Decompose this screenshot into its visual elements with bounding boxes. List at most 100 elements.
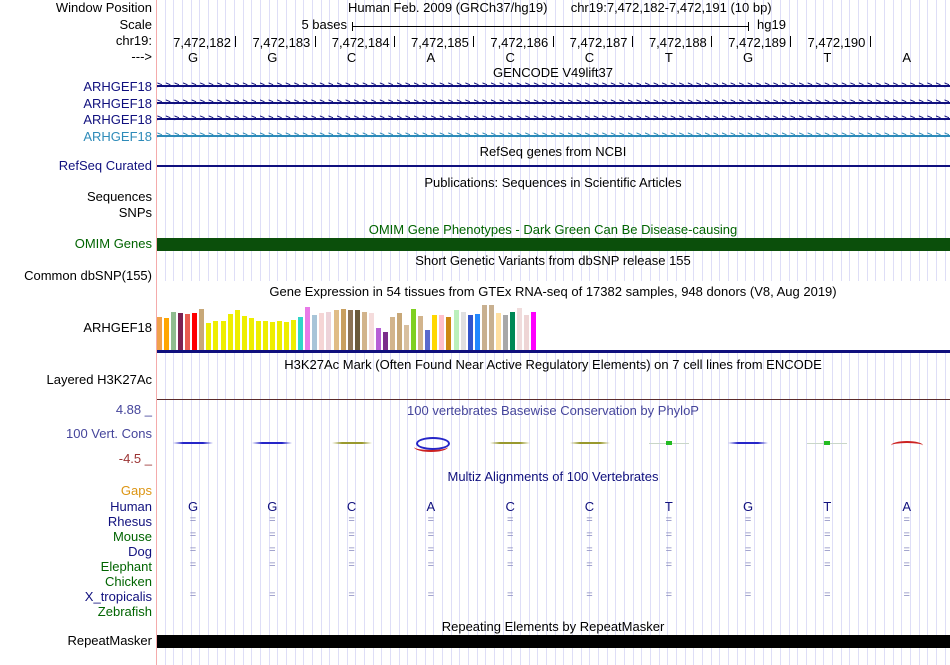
gtex-tissue-bar[interactable] bbox=[185, 314, 191, 350]
gtex-tissue-bar[interactable] bbox=[531, 312, 537, 350]
gtex-tissue-bar[interactable] bbox=[354, 310, 360, 350]
gtex-tissue-bar[interactable] bbox=[340, 309, 346, 350]
coordinate-label: 7,472,186 bbox=[490, 35, 549, 50]
phylop-negative-segment[interactable] bbox=[890, 441, 923, 450]
publications-sequences-label[interactable]: Sequences bbox=[0, 190, 152, 204]
gtex-tissue-bar[interactable] bbox=[446, 317, 452, 350]
gencode-gene-label[interactable]: ARHGEF18 bbox=[0, 79, 152, 94]
gtex-tissue-bar[interactable] bbox=[164, 318, 170, 350]
repeatmasker-bar[interactable] bbox=[157, 635, 950, 648]
gtex-tissue-bar[interactable] bbox=[347, 310, 353, 350]
reference-base: C bbox=[505, 50, 515, 65]
gtex-tissue-bar[interactable] bbox=[382, 332, 388, 350]
gencode-gene-label[interactable]: ARHGEF18 bbox=[0, 96, 152, 111]
refseq-gene-line[interactable] bbox=[157, 165, 950, 167]
reference-base: G bbox=[267, 50, 278, 65]
refseq-curated-label[interactable]: RefSeq Curated bbox=[0, 159, 152, 173]
gtex-tissue-bar[interactable] bbox=[389, 317, 395, 350]
gtex-tissue-bar[interactable] bbox=[206, 323, 212, 350]
omim-genes-label[interactable]: OMIM Genes bbox=[0, 237, 152, 251]
gtex-tissue-bar[interactable] bbox=[502, 315, 508, 350]
gtex-tissue-bar[interactable] bbox=[460, 312, 466, 350]
gtex-tissue-bar[interactable] bbox=[241, 316, 247, 350]
h3k27ac-label[interactable]: Layered H3K27Ac bbox=[0, 373, 152, 387]
phylop-positive-dot[interactable] bbox=[665, 441, 672, 445]
gtex-tissue-bar[interactable] bbox=[524, 315, 530, 350]
multiz-species-label[interactable]: Human bbox=[0, 499, 152, 514]
gtex-tissue-bar[interactable] bbox=[326, 312, 332, 350]
gtex-tissue-bar[interactable] bbox=[157, 317, 162, 350]
gtex-tissue-bar[interactable] bbox=[467, 315, 473, 350]
gtex-tissue-bar[interactable] bbox=[192, 313, 198, 350]
gtex-tissue-bar[interactable] bbox=[411, 309, 417, 350]
multiz-species-label[interactable]: Elephant bbox=[0, 559, 152, 574]
gtex-tissue-bar[interactable] bbox=[432, 315, 438, 350]
phylop-negative-arc[interactable] bbox=[413, 442, 448, 452]
multiz-species-label[interactable]: Mouse bbox=[0, 529, 152, 544]
gtex-tissue-bar[interactable] bbox=[481, 305, 487, 350]
multiz-species-label[interactable]: Chicken bbox=[0, 574, 152, 589]
phylop-blue-segment[interactable] bbox=[173, 442, 213, 444]
gtex-tissue-bar[interactable] bbox=[397, 313, 403, 350]
gtex-tissue-bar[interactable] bbox=[234, 310, 240, 350]
gtex-tissue-bar[interactable] bbox=[291, 320, 297, 350]
phylop-blue-segment[interactable] bbox=[728, 442, 769, 444]
multiz-align-mark: = bbox=[189, 559, 197, 571]
gtex-tissue-bar[interactable] bbox=[404, 325, 410, 350]
gtex-tissue-bar[interactable] bbox=[199, 309, 205, 350]
reference-base: T bbox=[823, 50, 832, 65]
gtex-tissue-bar[interactable] bbox=[488, 305, 494, 350]
gtex-tissue-bar[interactable] bbox=[510, 312, 515, 350]
gtex-tissue-bar[interactable] bbox=[474, 314, 480, 350]
multiz-species-label[interactable]: X_tropicalis bbox=[0, 589, 152, 604]
gtex-tissue-bar[interactable] bbox=[220, 321, 226, 350]
phylop-olive-segment[interactable] bbox=[331, 442, 372, 444]
gtex-tissue-bar[interactable] bbox=[277, 321, 283, 350]
multiz-align-mark: = bbox=[506, 529, 514, 541]
gtex-tissue-bar[interactable] bbox=[319, 313, 325, 350]
gtex-tissue-bar[interactable] bbox=[361, 312, 367, 350]
reference-base: C bbox=[346, 50, 357, 65]
scale-ruler bbox=[352, 26, 749, 27]
gtex-tissue-bar[interactable] bbox=[171, 312, 177, 350]
phylop-blue-segment[interactable] bbox=[252, 442, 293, 444]
omim-gene-bar[interactable] bbox=[157, 238, 950, 251]
common-dbsnp-label[interactable]: Common dbSNP(155) bbox=[0, 269, 152, 283]
gtex-tissue-bar[interactable] bbox=[425, 330, 431, 350]
gtex-tissue-bar[interactable] bbox=[284, 322, 290, 350]
multiz-species-label[interactable]: Dog bbox=[0, 544, 152, 559]
gencode-gene-label[interactable]: ARHGEF18 bbox=[0, 129, 152, 144]
gtex-tissue-bar[interactable] bbox=[248, 318, 254, 350]
multiz-species-label[interactable]: Zebrafish bbox=[0, 604, 152, 619]
gencode-gene-label[interactable]: ARHGEF18 bbox=[0, 112, 152, 127]
gtex-tissue-bar[interactable] bbox=[305, 307, 311, 350]
phylop-olive-segment[interactable] bbox=[569, 442, 610, 444]
gtex-gene-label[interactable]: ARHGEF18 bbox=[0, 321, 152, 335]
gtex-tissue-bar[interactable] bbox=[269, 322, 275, 350]
gtex-tissue-bar[interactable] bbox=[298, 317, 304, 350]
gtex-tissue-bar[interactable] bbox=[255, 321, 261, 350]
phylop-olive-segment[interactable] bbox=[490, 442, 531, 444]
phylop-positive-dot[interactable] bbox=[824, 441, 831, 445]
multiz-align-mark: = bbox=[427, 514, 435, 526]
gtex-tissue-bar[interactable] bbox=[368, 313, 374, 350]
multiz-gaps-label[interactable]: Gaps bbox=[0, 484, 152, 498]
gtex-tissue-bar[interactable] bbox=[517, 308, 523, 350]
gtex-tissue-bar[interactable] bbox=[213, 321, 219, 350]
phylop-track-label[interactable]: 100 Vert. Cons bbox=[0, 427, 152, 441]
gtex-tissue-bar[interactable] bbox=[453, 310, 459, 350]
gtex-tissue-bar[interactable] bbox=[227, 314, 233, 350]
multiz-species-label[interactable]: Rhesus bbox=[0, 514, 152, 529]
gtex-tissue-bar[interactable] bbox=[418, 316, 424, 350]
gtex-tissue-bar[interactable] bbox=[262, 321, 268, 350]
gtex-tissue-bar[interactable] bbox=[312, 315, 318, 350]
multiz-align-mark: = bbox=[586, 514, 593, 526]
gtex-tissue-bar[interactable] bbox=[439, 315, 445, 350]
gtex-tissue-bar[interactable] bbox=[333, 310, 339, 350]
gtex-tissue-bar[interactable] bbox=[495, 313, 501, 350]
gtex-tissue-bar[interactable] bbox=[178, 313, 184, 350]
publications-snps-label[interactable]: SNPs bbox=[0, 206, 152, 220]
gtex-tissue-bar[interactable] bbox=[375, 328, 381, 350]
h3k27ac-baseline[interactable] bbox=[157, 399, 950, 400]
repeatmasker-label[interactable]: RepeatMasker bbox=[0, 634, 152, 648]
